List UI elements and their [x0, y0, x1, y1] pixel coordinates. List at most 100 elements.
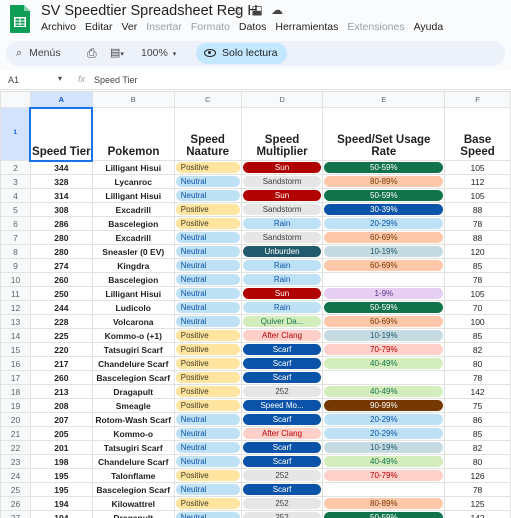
- nature-cell[interactable]: Neutral: [173, 510, 242, 518]
- nature-cell[interactable]: Positive: [173, 328, 242, 343]
- pokemon-cell[interactable]: Sneasler (0 EV): [91, 244, 175, 259]
- speed-tier-cell[interactable]: 274: [29, 258, 93, 273]
- menu-item[interactable]: Ver: [121, 21, 137, 33]
- sheets-logo-icon[interactable]: [9, 4, 31, 34]
- menu-item[interactable]: Ayuda: [414, 21, 444, 33]
- row-header[interactable]: 15: [0, 342, 31, 357]
- base-speed-cell[interactable]: 105: [444, 160, 511, 175]
- base-speed-cell[interactable]: 78: [444, 370, 511, 385]
- base-speed-cell[interactable]: 78: [444, 272, 511, 287]
- row-header[interactable]: 23: [0, 454, 31, 469]
- nature-cell[interactable]: Neutral: [173, 314, 242, 329]
- row-header[interactable]: 8: [0, 244, 31, 259]
- base-speed-cell[interactable]: 75: [444, 398, 511, 413]
- name-box[interactable]: A1: [8, 75, 19, 85]
- header-base-speed[interactable]: Base Speed: [444, 107, 511, 161]
- speed-tier-cell[interactable]: 205: [29, 426, 93, 441]
- usage-rate-cell[interactable]: 70-79%: [322, 342, 446, 357]
- nature-cell[interactable]: Neutral: [173, 440, 242, 455]
- speed-tier-cell[interactable]: 260: [29, 272, 93, 287]
- speed-tier-cell[interactable]: 250: [29, 286, 93, 301]
- row-header[interactable]: 26: [0, 496, 31, 511]
- nature-cell[interactable]: Neutral: [173, 412, 242, 427]
- speed-tier-cell[interactable]: 194: [29, 496, 93, 511]
- base-speed-cell[interactable]: 105: [444, 286, 511, 301]
- header-speed-tier[interactable]: Speed Tier: [29, 106, 94, 162]
- row-header[interactable]: 18: [0, 384, 31, 399]
- multiplier-cell[interactable]: Scarf: [240, 370, 324, 385]
- base-speed-cell[interactable]: 142: [444, 510, 511, 518]
- row-header[interactable]: 12: [0, 300, 31, 315]
- nature-cell[interactable]: Neutral: [173, 272, 242, 287]
- base-speed-cell[interactable]: 70: [444, 300, 511, 315]
- speed-tier-cell[interactable]: 344: [29, 160, 93, 175]
- pokemon-cell[interactable]: Lycanroc: [91, 174, 175, 189]
- base-speed-cell[interactable]: 120: [444, 244, 511, 259]
- speed-tier-cell[interactable]: 217: [29, 356, 93, 371]
- usage-rate-cell[interactable]: 60-69%: [322, 258, 446, 273]
- nature-cell[interactable]: Neutral: [173, 286, 242, 301]
- usage-rate-cell[interactable]: 60-69%: [322, 230, 446, 245]
- menu-item[interactable]: Extensiones: [347, 21, 404, 33]
- nature-cell[interactable]: Neutral: [173, 482, 242, 497]
- pokemon-cell[interactable]: Bascelegion: [91, 216, 175, 231]
- menu-item[interactable]: Insertar: [146, 21, 182, 33]
- base-speed-cell[interactable]: 82: [444, 440, 511, 455]
- pokemon-cell[interactable]: Kingdra: [91, 258, 175, 273]
- row-header[interactable]: 22: [0, 440, 31, 455]
- pokemon-cell[interactable]: Kilowattrel: [91, 496, 175, 511]
- nature-cell[interactable]: Positive: [173, 160, 242, 175]
- multiplier-cell[interactable]: Rain: [240, 272, 324, 287]
- multiplier-cell[interactable]: 252: [240, 468, 324, 483]
- usage-rate-cell[interactable]: [322, 482, 446, 497]
- row-header[interactable]: 27: [0, 510, 31, 518]
- row-header[interactable]: 9: [0, 258, 31, 273]
- speed-tier-cell[interactable]: 194: [29, 510, 93, 518]
- column-header[interactable]: F: [444, 91, 511, 108]
- pokemon-cell[interactable]: Lilligant Hisui: [91, 188, 175, 203]
- header-multiplier[interactable]: Speed Multiplier: [240, 107, 324, 161]
- nature-cell[interactable]: Neutral: [173, 244, 242, 259]
- multiplier-cell[interactable]: Rain: [240, 300, 324, 315]
- multiplier-cell[interactable]: Quiver Da...: [240, 314, 324, 329]
- move-folder-icon[interactable]: ⬓: [250, 3, 264, 17]
- nature-cell[interactable]: Neutral: [173, 188, 242, 203]
- zoom-select[interactable]: 100% ▾: [141, 41, 176, 66]
- pokemon-cell[interactable]: Bascelegion Scarf: [91, 482, 175, 497]
- multiplier-cell[interactable]: Unburden: [240, 244, 324, 259]
- pokemon-cell[interactable]: Tatsugiri Scarf: [91, 440, 175, 455]
- usage-rate-cell[interactable]: 80-89%: [322, 496, 446, 511]
- name-box-dropdown-icon[interactable]: ▾: [58, 74, 62, 83]
- row-header[interactable]: 13: [0, 314, 31, 329]
- document-title[interactable]: SV Speedtier Spreadsheet Reg H: [41, 3, 258, 19]
- multiplier-cell[interactable]: Scarf: [240, 482, 324, 497]
- multiplier-cell[interactable]: Scarf: [240, 454, 324, 469]
- speed-tier-cell[interactable]: 220: [29, 342, 93, 357]
- speed-tier-cell[interactable]: 195: [29, 468, 93, 483]
- pokemon-cell[interactable]: Dragapult: [91, 510, 175, 518]
- nature-cell[interactable]: Neutral: [173, 454, 242, 469]
- base-speed-cell[interactable]: 85: [444, 426, 511, 441]
- star-icon[interactable]: ☆: [230, 3, 244, 17]
- speed-tier-cell[interactable]: 328: [29, 174, 93, 189]
- speed-tier-cell[interactable]: 314: [29, 188, 93, 203]
- base-speed-cell[interactable]: 88: [444, 202, 511, 217]
- speed-tier-cell[interactable]: 225: [29, 328, 93, 343]
- menu-item[interactable]: Archivo: [41, 21, 76, 33]
- row-header[interactable]: 10: [0, 272, 31, 287]
- row-header[interactable]: 5: [0, 202, 31, 217]
- speed-tier-cell[interactable]: 213: [29, 384, 93, 399]
- row-header[interactable]: 25: [0, 482, 31, 497]
- base-speed-cell[interactable]: 88: [444, 230, 511, 245]
- base-speed-cell[interactable]: 82: [444, 342, 511, 357]
- menu-item[interactable]: Editar: [85, 21, 112, 33]
- read-only-badge[interactable]: Solo lectura: [196, 43, 288, 64]
- multiplier-cell[interactable]: Scarf: [240, 440, 324, 455]
- base-speed-cell[interactable]: 105: [444, 188, 511, 203]
- usage-rate-cell[interactable]: 70-79%: [322, 468, 446, 483]
- cloud-status-icon[interactable]: ☁: [270, 3, 284, 17]
- usage-rate-cell[interactable]: 40-49%: [322, 356, 446, 371]
- row-header[interactable]: 2: [0, 160, 31, 175]
- speed-tier-cell[interactable]: 260: [29, 370, 93, 385]
- usage-rate-cell[interactable]: 20-29%: [322, 426, 446, 441]
